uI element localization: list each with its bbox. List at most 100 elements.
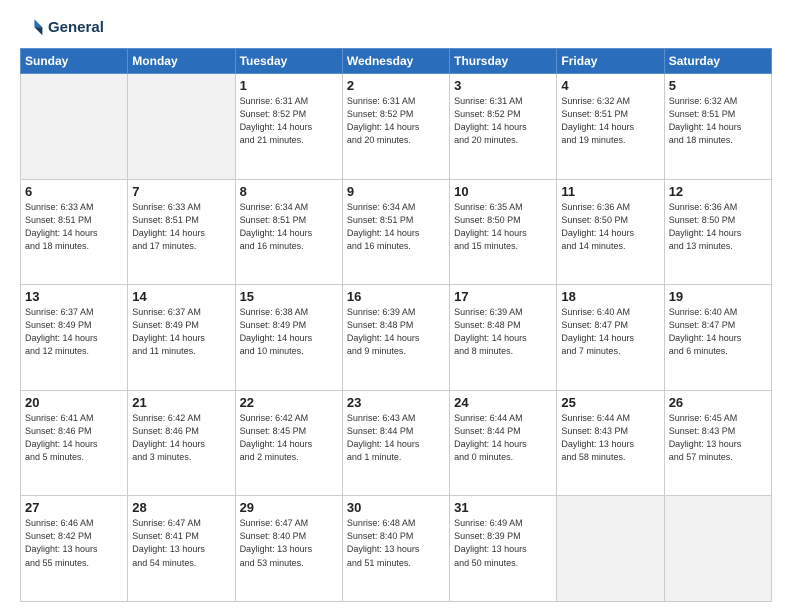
day-number: 4 <box>561 78 659 93</box>
day-info: Sunrise: 6:33 AM Sunset: 8:51 PM Dayligh… <box>132 201 230 253</box>
day-info: Sunrise: 6:36 AM Sunset: 8:50 PM Dayligh… <box>561 201 659 253</box>
day-number: 20 <box>25 395 123 410</box>
calendar-cell: 3 Sunrise: 6:31 AM Sunset: 8:52 PM Daylig… <box>450 74 557 180</box>
day-number: 21 <box>132 395 230 410</box>
day-info: Sunrise: 6:45 AM Sunset: 8:43 PM Dayligh… <box>669 412 767 464</box>
calendar-cell: 14 Sunrise: 6:37 AM Sunset: 8:49 PM Dayli… <box>128 285 235 391</box>
calendar-header-row: SundayMondayTuesdayWednesdayThursdayFrid… <box>21 49 772 74</box>
calendar-cell: 30 Sunrise: 6:48 AM Sunset: 8:40 PM Dayli… <box>342 496 449 602</box>
day-info: Sunrise: 6:41 AM Sunset: 8:46 PM Dayligh… <box>25 412 123 464</box>
header: General <box>20 16 772 40</box>
day-number: 14 <box>132 289 230 304</box>
day-number: 30 <box>347 500 445 515</box>
day-number: 13 <box>25 289 123 304</box>
calendar-cell <box>664 496 771 602</box>
day-number: 1 <box>240 78 338 93</box>
day-info: Sunrise: 6:42 AM Sunset: 8:45 PM Dayligh… <box>240 412 338 464</box>
logo: General <box>20 16 104 40</box>
day-info: Sunrise: 6:48 AM Sunset: 8:40 PM Dayligh… <box>347 517 445 569</box>
day-info: Sunrise: 6:35 AM Sunset: 8:50 PM Dayligh… <box>454 201 552 253</box>
calendar-cell: 5 Sunrise: 6:32 AM Sunset: 8:51 PM Daylig… <box>664 74 771 180</box>
calendar-cell: 19 Sunrise: 6:40 AM Sunset: 8:47 PM Dayli… <box>664 285 771 391</box>
day-header-sunday: Sunday <box>21 49 128 74</box>
calendar-cell: 16 Sunrise: 6:39 AM Sunset: 8:48 PM Dayli… <box>342 285 449 391</box>
calendar-cell: 8Sunrise: 6:34 AM Sunset: 8:51 PM Daylig… <box>235 179 342 285</box>
day-number: 11 <box>561 184 659 199</box>
day-info: Sunrise: 6:33 AM Sunset: 8:51 PM Dayligh… <box>25 201 123 253</box>
day-info: Sunrise: 6:37 AM Sunset: 8:49 PM Dayligh… <box>132 306 230 358</box>
week-row-3: 13 Sunrise: 6:37 AM Sunset: 8:49 PM Dayli… <box>21 285 772 391</box>
calendar-cell: 15 Sunrise: 6:38 AM Sunset: 8:49 PM Dayli… <box>235 285 342 391</box>
day-number: 27 <box>25 500 123 515</box>
day-info: Sunrise: 6:32 AM Sunset: 8:51 PM Dayligh… <box>669 95 767 147</box>
day-info: Sunrise: 6:37 AM Sunset: 8:49 PM Dayligh… <box>25 306 123 358</box>
day-number: 25 <box>561 395 659 410</box>
day-number: 5 <box>669 78 767 93</box>
day-number: 6 <box>25 184 123 199</box>
calendar-cell: 1Sunrise: 6:31 AM Sunset: 8:52 PM Daylig… <box>235 74 342 180</box>
day-info: Sunrise: 6:31 AM Sunset: 8:52 PM Dayligh… <box>454 95 552 147</box>
calendar-cell: 24Sunrise: 6:44 AM Sunset: 8:44 PM Dayli… <box>450 390 557 496</box>
calendar-cell: 29Sunrise: 6:47 AM Sunset: 8:40 PM Dayli… <box>235 496 342 602</box>
day-number: 3 <box>454 78 552 93</box>
calendar-cell: 7 Sunrise: 6:33 AM Sunset: 8:51 PM Daylig… <box>128 179 235 285</box>
day-info: Sunrise: 6:36 AM Sunset: 8:50 PM Dayligh… <box>669 201 767 253</box>
week-row-1: 1 Sunrise: 6:31 AM Sunset: 8:52 PM Daylig… <box>21 74 772 180</box>
day-number: 28 <box>132 500 230 515</box>
day-number: 7 <box>132 184 230 199</box>
calendar-cell: 13 Sunrise: 6:37 AM Sunset: 8:49 PM Dayli… <box>21 285 128 391</box>
day-header-tuesday: Tuesday <box>235 49 342 74</box>
day-number: 19 <box>669 289 767 304</box>
day-number: 8 <box>240 184 338 199</box>
day-info: Sunrise: 6:44 AM Sunset: 8:44 PM Dayligh… <box>454 412 552 464</box>
calendar-cell: 28 Sunrise: 6:47 AM Sunset: 8:41 PM Dayli… <box>128 496 235 602</box>
calendar-cell: 22 Sunrise: 6:42 AM Sunset: 8:45 PM Dayli… <box>235 390 342 496</box>
day-info: Sunrise: 6:46 AM Sunset: 8:42 PM Dayligh… <box>25 517 123 569</box>
calendar-cell: 10Sunrise: 6:35 AM Sunset: 8:50 PM Dayli… <box>450 179 557 285</box>
day-number: 23 <box>347 395 445 410</box>
calendar-cell: 20 Sunrise: 6:41 AM Sunset: 8:46 PM Dayli… <box>21 390 128 496</box>
logo-text: General <box>48 19 104 36</box>
calendar-cell: 25Sunrise: 6:44 AM Sunset: 8:43 PM Dayli… <box>557 390 664 496</box>
calendar-cell: 27 Sunrise: 6:46 AM Sunset: 8:42 PM Dayli… <box>21 496 128 602</box>
day-number: 16 <box>347 289 445 304</box>
day-number: 12 <box>669 184 767 199</box>
day-info: Sunrise: 6:47 AM Sunset: 8:41 PM Dayligh… <box>132 517 230 569</box>
calendar-cell: 21 Sunrise: 6:42 AM Sunset: 8:46 PM Dayli… <box>128 390 235 496</box>
calendar-cell: 23 Sunrise: 6:43 AM Sunset: 8:44 PM Dayli… <box>342 390 449 496</box>
calendar-cell: 18Sunrise: 6:40 AM Sunset: 8:47 PM Dayli… <box>557 285 664 391</box>
day-info: Sunrise: 6:40 AM Sunset: 8:47 PM Dayligh… <box>669 306 767 358</box>
day-number: 15 <box>240 289 338 304</box>
day-header-monday: Monday <box>128 49 235 74</box>
calendar-cell: 9 Sunrise: 6:34 AM Sunset: 8:51 PM Daylig… <box>342 179 449 285</box>
calendar-cell: 6 Sunrise: 6:33 AM Sunset: 8:51 PM Daylig… <box>21 179 128 285</box>
day-info: Sunrise: 6:34 AM Sunset: 8:51 PM Dayligh… <box>347 201 445 253</box>
day-number: 31 <box>454 500 552 515</box>
calendar-cell: 2Sunrise: 6:31 AM Sunset: 8:52 PM Daylig… <box>342 74 449 180</box>
day-header-thursday: Thursday <box>450 49 557 74</box>
day-header-friday: Friday <box>557 49 664 74</box>
calendar-cell: 17Sunrise: 6:39 AM Sunset: 8:48 PM Dayli… <box>450 285 557 391</box>
day-number: 22 <box>240 395 338 410</box>
day-number: 9 <box>347 184 445 199</box>
day-info: Sunrise: 6:43 AM Sunset: 8:44 PM Dayligh… <box>347 412 445 464</box>
calendar-cell: 11 Sunrise: 6:36 AM Sunset: 8:50 PM Dayli… <box>557 179 664 285</box>
day-info: Sunrise: 6:39 AM Sunset: 8:48 PM Dayligh… <box>347 306 445 358</box>
day-header-wednesday: Wednesday <box>342 49 449 74</box>
day-info: Sunrise: 6:38 AM Sunset: 8:49 PM Dayligh… <box>240 306 338 358</box>
calendar-cell <box>128 74 235 180</box>
calendar-cell: 12 Sunrise: 6:36 AM Sunset: 8:50 PM Dayli… <box>664 179 771 285</box>
calendar-cell <box>21 74 128 180</box>
day-info: Sunrise: 6:31 AM Sunset: 8:52 PM Dayligh… <box>347 95 445 147</box>
week-row-2: 6 Sunrise: 6:33 AM Sunset: 8:51 PM Daylig… <box>21 179 772 285</box>
calendar-cell: 31Sunrise: 6:49 AM Sunset: 8:39 PM Dayli… <box>450 496 557 602</box>
week-row-5: 27 Sunrise: 6:46 AM Sunset: 8:42 PM Dayli… <box>21 496 772 602</box>
calendar-table: SundayMondayTuesdayWednesdayThursdayFrid… <box>20 48 772 602</box>
logo-icon <box>20 16 44 40</box>
day-header-saturday: Saturday <box>664 49 771 74</box>
day-number: 29 <box>240 500 338 515</box>
day-number: 26 <box>669 395 767 410</box>
calendar-cell <box>557 496 664 602</box>
day-info: Sunrise: 6:42 AM Sunset: 8:46 PM Dayligh… <box>132 412 230 464</box>
day-info: Sunrise: 6:40 AM Sunset: 8:47 PM Dayligh… <box>561 306 659 358</box>
